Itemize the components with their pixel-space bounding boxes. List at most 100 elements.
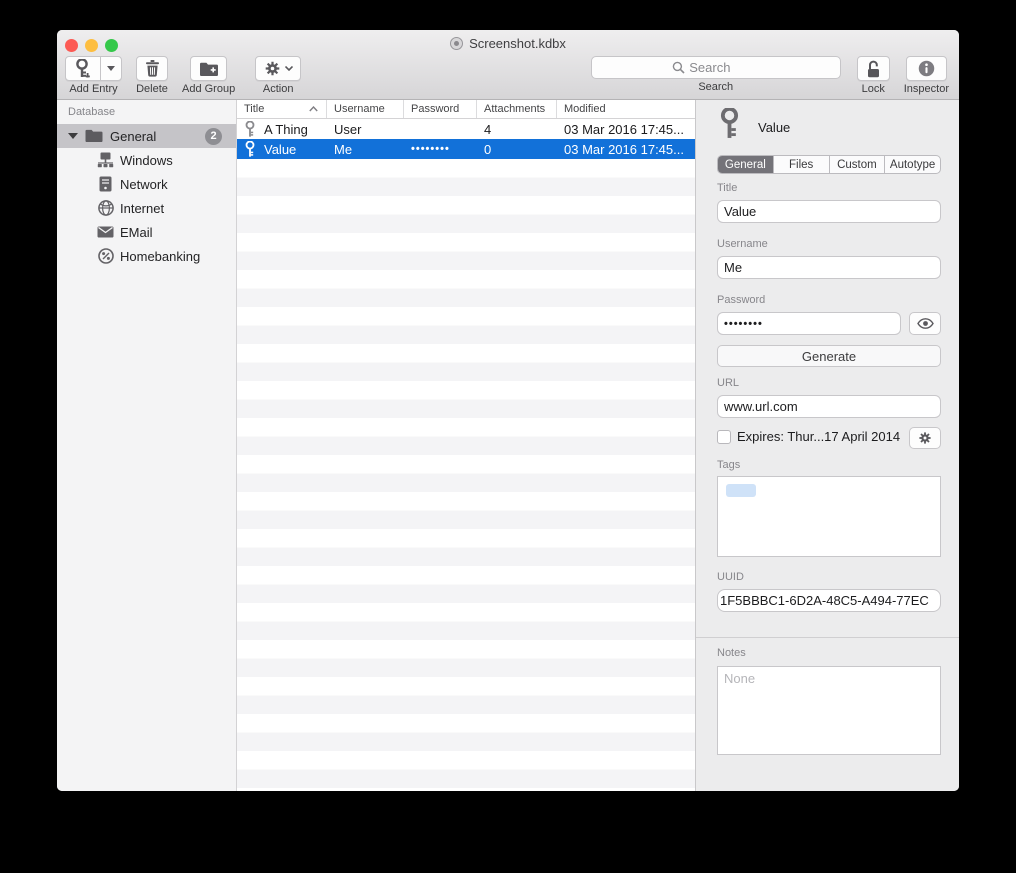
password-field[interactable] xyxy=(717,312,901,335)
network-computers-icon xyxy=(97,152,114,168)
entry-password xyxy=(404,119,477,139)
search-input[interactable] xyxy=(689,60,759,75)
expires-checkbox[interactable] xyxy=(717,430,731,444)
column-header-password[interactable]: Password xyxy=(404,100,477,118)
envelope-icon xyxy=(97,226,114,238)
notes-field-label: Notes xyxy=(717,647,746,659)
table-header: Title Username Password Attachments Modi… xyxy=(237,100,695,119)
folder-plus-icon xyxy=(199,61,219,77)
lock-toolbar-item: Lock xyxy=(857,56,890,95)
inspector-tabs: General Files Custom Autotype xyxy=(717,155,941,174)
chevron-down-icon[interactable] xyxy=(101,66,121,71)
column-header-title[interactable]: Title xyxy=(237,100,327,118)
entry-attachments: 0 xyxy=(477,139,557,159)
entry-modified: 03 Mar 2016 17:45... xyxy=(557,139,695,159)
entry-table: Title Username Password Attachments Modi… xyxy=(237,100,695,791)
chevron-down-icon xyxy=(285,66,293,71)
sidebar-group-label: EMail xyxy=(120,225,153,240)
sidebar-group-label: Windows xyxy=(120,153,173,168)
column-header-attachments[interactable]: Attachments xyxy=(477,100,557,118)
url-field[interactable] xyxy=(717,395,941,418)
sidebar-group-general[interactable]: General 2 xyxy=(57,124,236,148)
add-entry-button[interactable] xyxy=(65,56,122,81)
content-area: Database General 2 Windows Network xyxy=(57,100,959,791)
entry-attachments: 4 xyxy=(477,119,557,139)
toolbar: Add Entry Delete Add Group xyxy=(57,52,959,100)
table-row-selected[interactable]: Value Me •••••••• 0 03 Mar 2016 17:45... xyxy=(237,139,695,159)
search-toolbar-item: Search xyxy=(591,56,841,93)
add-entry-toolbar-item: Add Entry xyxy=(65,56,122,95)
table-row[interactable]: A Thing User 4 03 Mar 2016 17:45... xyxy=(237,119,695,139)
sidebar-section-header: Database xyxy=(57,104,236,124)
username-field-label: Username xyxy=(717,238,768,250)
gear-icon xyxy=(264,60,281,77)
tab-files[interactable]: Files xyxy=(774,156,830,173)
info-icon xyxy=(918,60,935,77)
key-icon xyxy=(245,121,255,138)
window-title: Screenshot.kdbx xyxy=(469,36,566,51)
padlock-open-icon xyxy=(865,60,881,78)
notes-field[interactable] xyxy=(717,666,941,755)
column-header-username[interactable]: Username xyxy=(327,100,404,118)
inspector-button[interactable] xyxy=(906,56,947,81)
uuid-field-label: UUID xyxy=(717,571,744,583)
show-password-button[interactable] xyxy=(909,312,941,335)
gear-icon xyxy=(918,431,932,445)
lock-label: Lock xyxy=(862,83,885,95)
action-button[interactable] xyxy=(255,56,301,81)
add-group-button[interactable] xyxy=(190,56,227,81)
search-icon xyxy=(672,61,685,74)
key-icon xyxy=(245,141,255,158)
key-plus-icon xyxy=(66,59,100,79)
tags-field[interactable] xyxy=(717,476,941,557)
column-header-modified[interactable]: Modified xyxy=(557,100,695,118)
sidebar-group-label: Homebanking xyxy=(120,249,200,264)
password-field-label: Password xyxy=(717,294,765,306)
entry-modified: 03 Mar 2016 17:45... xyxy=(557,119,695,139)
trash-icon xyxy=(145,60,160,77)
title-field[interactable] xyxy=(717,200,941,223)
search-field[interactable] xyxy=(591,56,841,79)
eye-icon xyxy=(917,318,934,329)
expires-settings-button[interactable] xyxy=(909,427,941,449)
folder-icon xyxy=(85,129,103,143)
sidebar-group-windows[interactable]: Windows xyxy=(57,148,236,172)
delete-label: Delete xyxy=(136,83,168,95)
document-proxy-icon xyxy=(450,37,463,50)
app-window: Screenshot.kdbx Add Entry xyxy=(57,30,959,791)
expires-label: Expires: Thur...17 April 2014 xyxy=(737,429,900,444)
sidebar-group-email[interactable]: EMail xyxy=(57,220,236,244)
tab-custom[interactable]: Custom xyxy=(830,156,886,173)
tag-token[interactable] xyxy=(726,484,756,497)
add-group-label: Add Group xyxy=(182,83,235,95)
disclosure-triangle-icon[interactable] xyxy=(68,133,78,139)
delete-button[interactable] xyxy=(136,56,168,81)
key-icon xyxy=(720,108,739,140)
tab-general[interactable]: General xyxy=(718,156,774,173)
username-field[interactable] xyxy=(717,256,941,279)
window-header: Screenshot.kdbx Add Entry xyxy=(57,30,959,100)
server-icon xyxy=(97,176,114,192)
sort-ascending-icon xyxy=(309,106,318,112)
sidebar-group-label: General xyxy=(110,129,156,144)
entry-title: Value xyxy=(264,142,296,157)
delete-toolbar-item: Delete xyxy=(136,56,168,95)
section-divider xyxy=(696,637,959,638)
entry-username: User xyxy=(327,119,404,139)
sidebar-group-network[interactable]: Network xyxy=(57,172,236,196)
search-label: Search xyxy=(698,81,733,93)
sidebar-group-homebanking[interactable]: Homebanking xyxy=(57,244,236,268)
tab-autotype[interactable]: Autotype xyxy=(885,156,940,173)
generate-password-button[interactable]: Generate xyxy=(717,345,941,367)
globe-icon xyxy=(97,200,114,216)
url-field-label: URL xyxy=(717,377,739,389)
sidebar-group-label: Internet xyxy=(120,201,164,216)
inspector-toolbar-item: Inspector xyxy=(904,56,949,95)
titlebar[interactable]: Screenshot.kdbx xyxy=(57,30,959,52)
lock-button[interactable] xyxy=(857,56,890,81)
uuid-field[interactable] xyxy=(717,589,941,612)
percent-circle-icon xyxy=(97,248,114,264)
inspector-panel: Value General Files Custom Autotype Titl… xyxy=(695,100,959,791)
sidebar-group-internet[interactable]: Internet xyxy=(57,196,236,220)
entry-password: •••••••• xyxy=(404,139,477,159)
